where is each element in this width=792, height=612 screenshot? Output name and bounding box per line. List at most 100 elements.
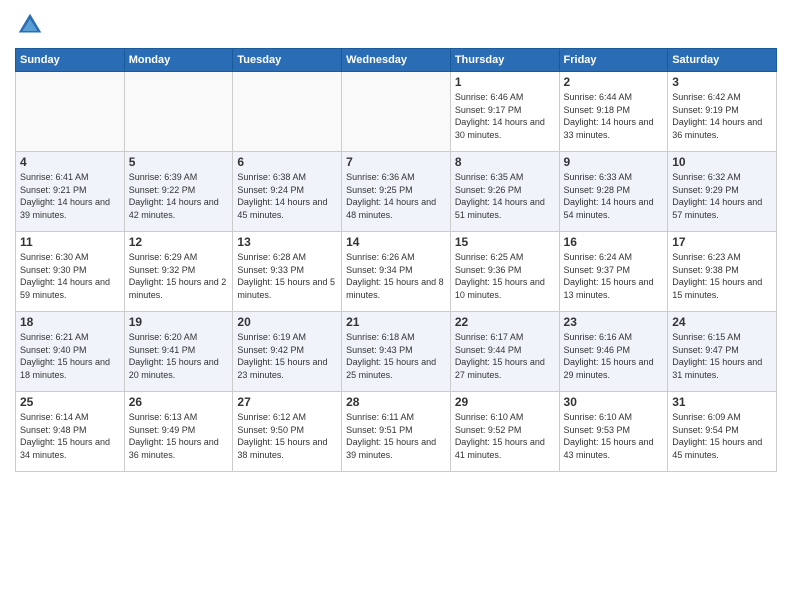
- day-info: Sunrise: 6:21 AMSunset: 9:40 PMDaylight:…: [20, 331, 120, 381]
- day-info: Sunrise: 6:39 AMSunset: 9:22 PMDaylight:…: [129, 171, 229, 221]
- day-info: Sunrise: 6:41 AMSunset: 9:21 PMDaylight:…: [20, 171, 120, 221]
- day-info: Sunrise: 6:44 AMSunset: 9:18 PMDaylight:…: [564, 91, 664, 141]
- day-number: 16: [564, 235, 664, 249]
- day-number: 7: [346, 155, 446, 169]
- calendar-cell: 21 Sunrise: 6:18 AMSunset: 9:43 PMDaylig…: [342, 312, 451, 392]
- calendar-cell: 4 Sunrise: 6:41 AMSunset: 9:21 PMDayligh…: [16, 152, 125, 232]
- calendar-cell: 14 Sunrise: 6:26 AMSunset: 9:34 PMDaylig…: [342, 232, 451, 312]
- day-number: 6: [237, 155, 337, 169]
- day-info: Sunrise: 6:16 AMSunset: 9:46 PMDaylight:…: [564, 331, 664, 381]
- weekday-header: Friday: [559, 49, 668, 72]
- weekday-header: Monday: [124, 49, 233, 72]
- calendar-cell: 19 Sunrise: 6:20 AMSunset: 9:41 PMDaylig…: [124, 312, 233, 392]
- day-info: Sunrise: 6:15 AMSunset: 9:47 PMDaylight:…: [672, 331, 772, 381]
- calendar-cell: 20 Sunrise: 6:19 AMSunset: 9:42 PMDaylig…: [233, 312, 342, 392]
- weekday-header: Sunday: [16, 49, 125, 72]
- day-number: 17: [672, 235, 772, 249]
- day-info: Sunrise: 6:24 AMSunset: 9:37 PMDaylight:…: [564, 251, 664, 301]
- day-number: 22: [455, 315, 555, 329]
- day-info: Sunrise: 6:36 AMSunset: 9:25 PMDaylight:…: [346, 171, 446, 221]
- day-info: Sunrise: 6:09 AMSunset: 9:54 PMDaylight:…: [672, 411, 772, 461]
- day-number: 18: [20, 315, 120, 329]
- day-info: Sunrise: 6:35 AMSunset: 9:26 PMDaylight:…: [455, 171, 555, 221]
- calendar-table: SundayMondayTuesdayWednesdayThursdayFrid…: [15, 48, 777, 472]
- weekday-header: Tuesday: [233, 49, 342, 72]
- day-number: 15: [455, 235, 555, 249]
- day-info: Sunrise: 6:42 AMSunset: 9:19 PMDaylight:…: [672, 91, 772, 141]
- calendar-cell: 25 Sunrise: 6:14 AMSunset: 9:48 PMDaylig…: [16, 392, 125, 472]
- day-info: Sunrise: 6:38 AMSunset: 9:24 PMDaylight:…: [237, 171, 337, 221]
- day-info: Sunrise: 6:12 AMSunset: 9:50 PMDaylight:…: [237, 411, 337, 461]
- calendar-cell: 16 Sunrise: 6:24 AMSunset: 9:37 PMDaylig…: [559, 232, 668, 312]
- day-number: 28: [346, 395, 446, 409]
- day-number: 21: [346, 315, 446, 329]
- day-number: 14: [346, 235, 446, 249]
- day-info: Sunrise: 6:26 AMSunset: 9:34 PMDaylight:…: [346, 251, 446, 301]
- day-number: 26: [129, 395, 229, 409]
- day-number: 31: [672, 395, 772, 409]
- calendar-week-row: 1 Sunrise: 6:46 AMSunset: 9:17 PMDayligh…: [16, 72, 777, 152]
- day-number: 25: [20, 395, 120, 409]
- calendar-cell: [233, 72, 342, 152]
- weekday-header: Saturday: [668, 49, 777, 72]
- calendar-cell: [124, 72, 233, 152]
- calendar-week-row: 4 Sunrise: 6:41 AMSunset: 9:21 PMDayligh…: [16, 152, 777, 232]
- calendar-cell: 9 Sunrise: 6:33 AMSunset: 9:28 PMDayligh…: [559, 152, 668, 232]
- calendar-cell: 3 Sunrise: 6:42 AMSunset: 9:19 PMDayligh…: [668, 72, 777, 152]
- day-number: 2: [564, 75, 664, 89]
- calendar-cell: 7 Sunrise: 6:36 AMSunset: 9:25 PMDayligh…: [342, 152, 451, 232]
- day-info: Sunrise: 6:30 AMSunset: 9:30 PMDaylight:…: [20, 251, 120, 301]
- day-info: Sunrise: 6:23 AMSunset: 9:38 PMDaylight:…: [672, 251, 772, 301]
- day-number: 23: [564, 315, 664, 329]
- day-info: Sunrise: 6:11 AMSunset: 9:51 PMDaylight:…: [346, 411, 446, 461]
- day-info: Sunrise: 6:25 AMSunset: 9:36 PMDaylight:…: [455, 251, 555, 301]
- day-number: 11: [20, 235, 120, 249]
- day-number: 10: [672, 155, 772, 169]
- day-number: 12: [129, 235, 229, 249]
- day-number: 9: [564, 155, 664, 169]
- day-number: 8: [455, 155, 555, 169]
- calendar-cell: 31 Sunrise: 6:09 AMSunset: 9:54 PMDaylig…: [668, 392, 777, 472]
- day-info: Sunrise: 6:14 AMSunset: 9:48 PMDaylight:…: [20, 411, 120, 461]
- day-number: 1: [455, 75, 555, 89]
- calendar-week-row: 18 Sunrise: 6:21 AMSunset: 9:40 PMDaylig…: [16, 312, 777, 392]
- calendar-cell: 10 Sunrise: 6:32 AMSunset: 9:29 PMDaylig…: [668, 152, 777, 232]
- page: SundayMondayTuesdayWednesdayThursdayFrid…: [0, 0, 792, 612]
- calendar-cell: 5 Sunrise: 6:39 AMSunset: 9:22 PMDayligh…: [124, 152, 233, 232]
- calendar-cell: 6 Sunrise: 6:38 AMSunset: 9:24 PMDayligh…: [233, 152, 342, 232]
- day-number: 19: [129, 315, 229, 329]
- calendar-cell: 26 Sunrise: 6:13 AMSunset: 9:49 PMDaylig…: [124, 392, 233, 472]
- weekday-header: Wednesday: [342, 49, 451, 72]
- weekday-header: Thursday: [450, 49, 559, 72]
- day-info: Sunrise: 6:29 AMSunset: 9:32 PMDaylight:…: [129, 251, 229, 301]
- day-number: 4: [20, 155, 120, 169]
- calendar-week-row: 11 Sunrise: 6:30 AMSunset: 9:30 PMDaylig…: [16, 232, 777, 312]
- calendar-cell: 27 Sunrise: 6:12 AMSunset: 9:50 PMDaylig…: [233, 392, 342, 472]
- calendar-cell: 24 Sunrise: 6:15 AMSunset: 9:47 PMDaylig…: [668, 312, 777, 392]
- day-number: 30: [564, 395, 664, 409]
- day-info: Sunrise: 6:19 AMSunset: 9:42 PMDaylight:…: [237, 331, 337, 381]
- calendar-cell: 28 Sunrise: 6:11 AMSunset: 9:51 PMDaylig…: [342, 392, 451, 472]
- calendar-cell: 8 Sunrise: 6:35 AMSunset: 9:26 PMDayligh…: [450, 152, 559, 232]
- day-number: 13: [237, 235, 337, 249]
- calendar-cell: 17 Sunrise: 6:23 AMSunset: 9:38 PMDaylig…: [668, 232, 777, 312]
- logo-icon: [15, 10, 45, 40]
- calendar-cell: 2 Sunrise: 6:44 AMSunset: 9:18 PMDayligh…: [559, 72, 668, 152]
- calendar-cell: [16, 72, 125, 152]
- day-info: Sunrise: 6:13 AMSunset: 9:49 PMDaylight:…: [129, 411, 229, 461]
- day-number: 24: [672, 315, 772, 329]
- calendar-cell: 15 Sunrise: 6:25 AMSunset: 9:36 PMDaylig…: [450, 232, 559, 312]
- calendar-cell: 18 Sunrise: 6:21 AMSunset: 9:40 PMDaylig…: [16, 312, 125, 392]
- calendar-week-row: 25 Sunrise: 6:14 AMSunset: 9:48 PMDaylig…: [16, 392, 777, 472]
- calendar-cell: 23 Sunrise: 6:16 AMSunset: 9:46 PMDaylig…: [559, 312, 668, 392]
- day-info: Sunrise: 6:10 AMSunset: 9:53 PMDaylight:…: [564, 411, 664, 461]
- day-info: Sunrise: 6:32 AMSunset: 9:29 PMDaylight:…: [672, 171, 772, 221]
- logo: [15, 10, 49, 40]
- header-row: SundayMondayTuesdayWednesdayThursdayFrid…: [16, 49, 777, 72]
- day-info: Sunrise: 6:33 AMSunset: 9:28 PMDaylight:…: [564, 171, 664, 221]
- calendar-cell: 22 Sunrise: 6:17 AMSunset: 9:44 PMDaylig…: [450, 312, 559, 392]
- day-info: Sunrise: 6:28 AMSunset: 9:33 PMDaylight:…: [237, 251, 337, 301]
- day-number: 20: [237, 315, 337, 329]
- day-number: 3: [672, 75, 772, 89]
- day-number: 29: [455, 395, 555, 409]
